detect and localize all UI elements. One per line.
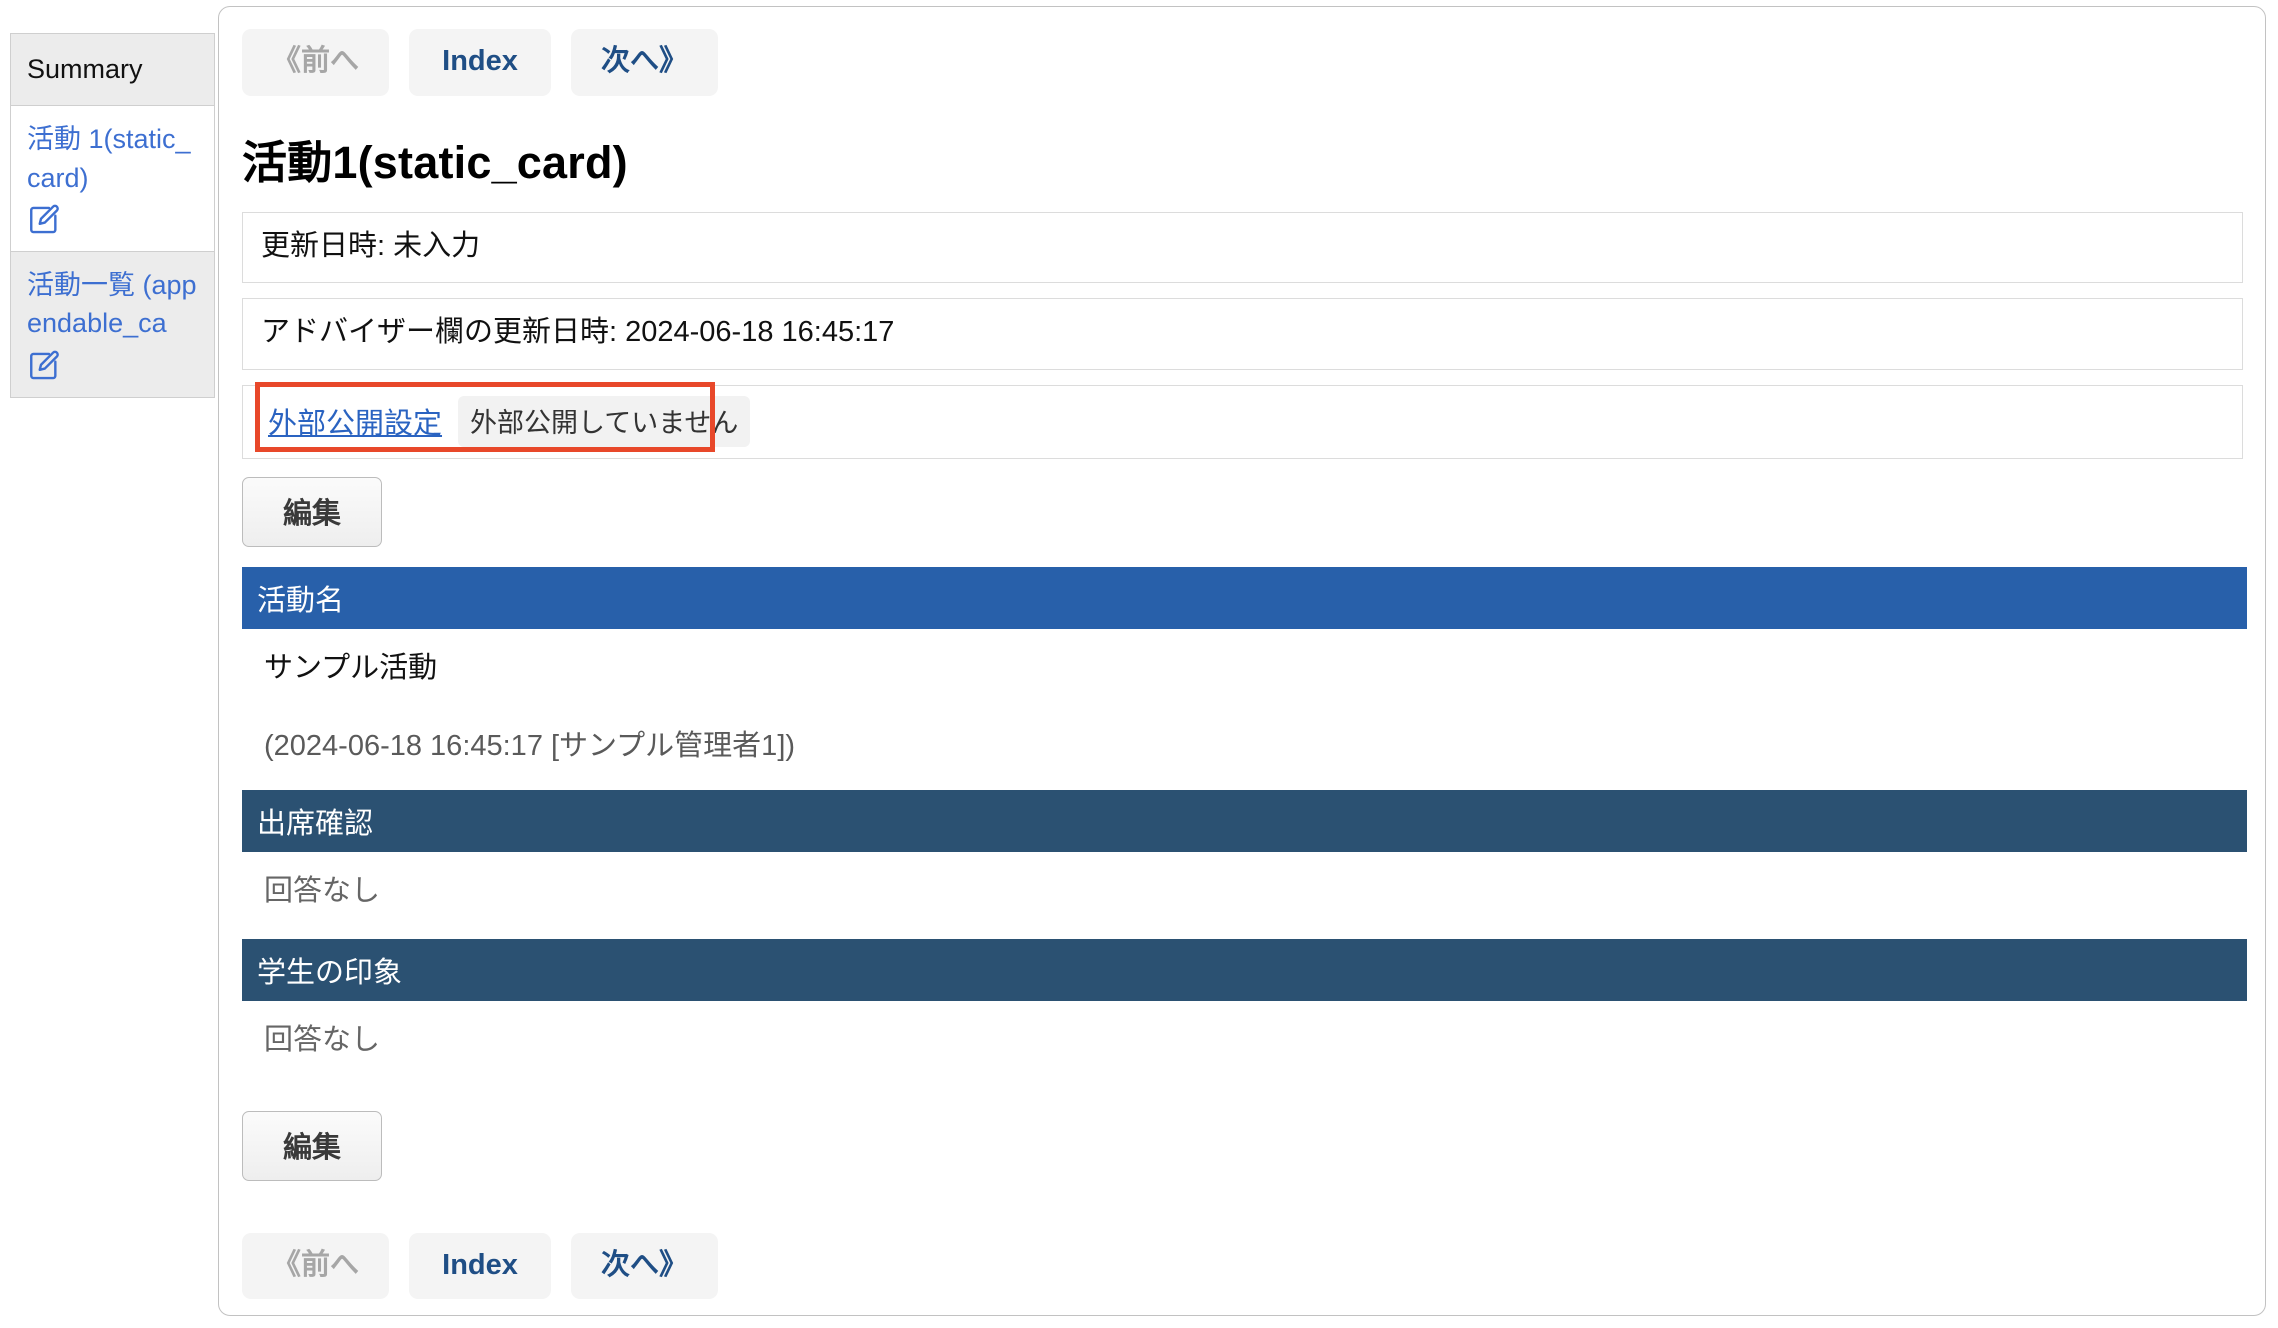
app-root: Summary 活動 1(static_card) 活動一覧 (appendab… (0, 0, 2278, 1328)
sidebar-item-activity-list[interactable]: 活動一覧 (appendable_ca (10, 250, 215, 398)
next-button-top[interactable]: 次へ》 (571, 29, 719, 96)
section-header-attendance: 出席確認 (242, 790, 2247, 853)
next-button-bottom[interactable]: 次へ》 (571, 1232, 719, 1300)
edit-button-top[interactable]: 編集 (242, 477, 382, 548)
index-button-bottom[interactable]: Index (409, 1232, 552, 1300)
section-body-attendance: 回答なし (264, 875, 381, 908)
pencil-square-icon[interactable] (27, 349, 61, 383)
update-datetime-row: 更新日時: 未入力 (242, 211, 2243, 284)
bottom-nav-bar: 《前へ Index 次へ》 (242, 1232, 2243, 1300)
external-publication-content: 外部公開設定 外部公開していません (261, 395, 2224, 447)
section-body-activity-name: サンプル活動 (264, 652, 438, 685)
prev-button-top[interactable]: 《前へ (242, 29, 390, 96)
page-title: 活動1(static_card) (242, 136, 628, 188)
edit-button-bottom[interactable]: 編集 (242, 1110, 382, 1181)
section-body-student-impression: 回答なし (264, 1024, 381, 1057)
external-publication-settings-link[interactable]: 外部公開設定 (268, 400, 442, 442)
external-publication-row: 外部公開設定 外部公開していません (242, 382, 2243, 460)
sidebar-item-activity-1[interactable]: 活動 1(static_card) (10, 105, 215, 252)
sidebar-item-label: Summary (27, 54, 143, 84)
section-header-student-impression: 学生の印象 (242, 939, 2247, 1002)
pencil-square-icon[interactable] (27, 203, 61, 237)
advisor-update-datetime-row: アドバイザー欄の更新日時: 2024-06-18 16:45:17 (242, 298, 2243, 371)
prev-button-bottom[interactable]: 《前へ (242, 1232, 390, 1300)
section-meta-activity-name: (2024-06-18 16:45:17 [サンプル管理者1]) (264, 730, 796, 763)
external-publication-status-badge: 外部公開していません (458, 395, 751, 447)
main-panel: 《前へ Index 次へ》 活動1(static_card) 更新日時: 未入力… (218, 6, 2266, 1316)
section-header-activity-name: 活動名 (242, 567, 2247, 630)
index-button-top[interactable]: Index (409, 29, 552, 96)
panel-content: 《前へ Index 次へ》 活動1(static_card) 更新日時: 未入力… (219, 7, 2265, 1300)
top-nav-bar: 《前へ Index 次へ》 (242, 29, 2243, 96)
sidebar: Summary 活動 1(static_card) 活動一覧 (appendab… (10, 33, 215, 398)
sidebar-item-label: 活動一覧 (appendable_ca (27, 269, 197, 339)
sidebar-item-summary[interactable]: Summary (10, 33, 215, 107)
sidebar-item-label: 活動 1(static_card) (27, 124, 191, 193)
